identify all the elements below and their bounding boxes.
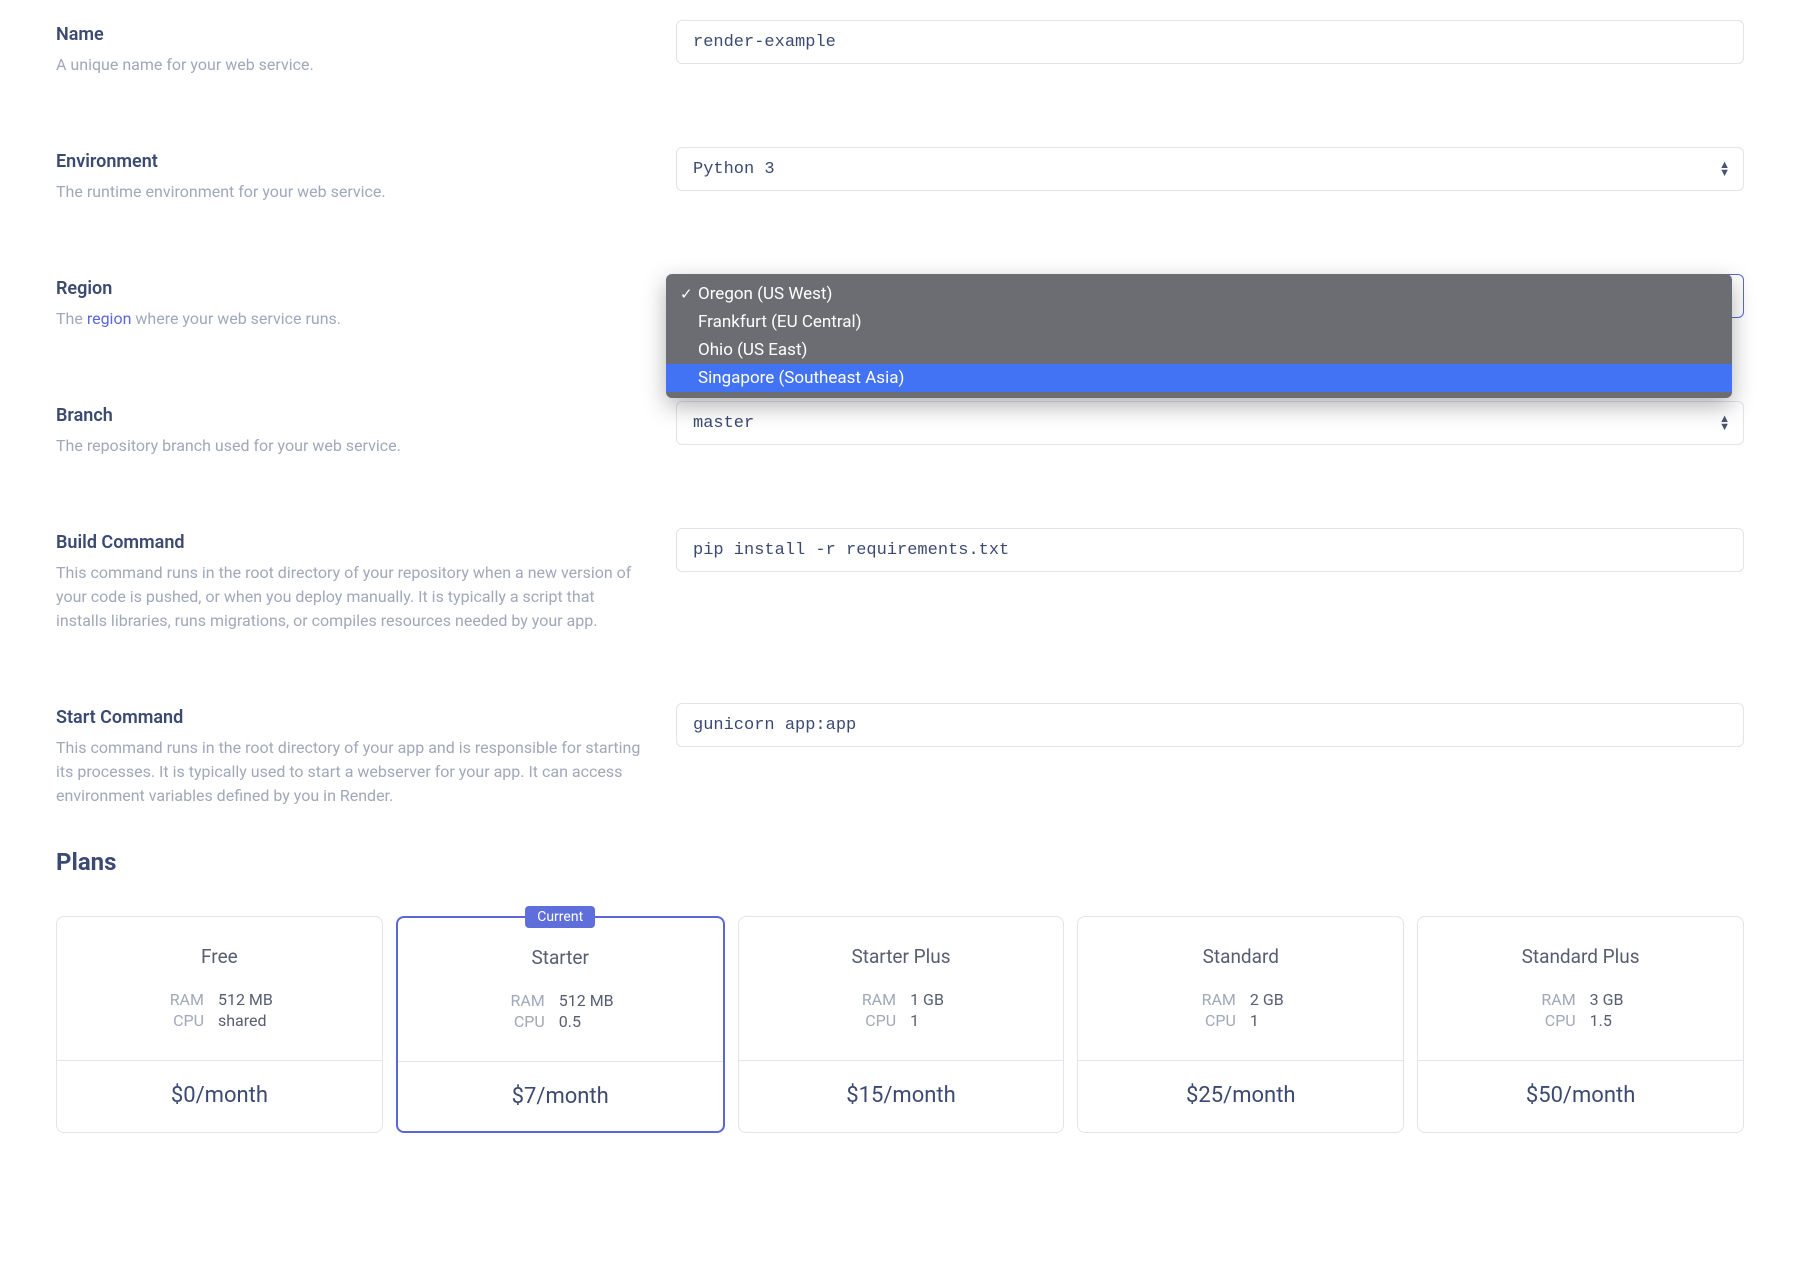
region-desc: The region where your web service runs. [56, 307, 646, 331]
branch-desc: The repository branch used for your web … [56, 434, 646, 458]
plan-price: $25/month [1088, 1083, 1393, 1108]
spec-value-cpu: 0.5 [559, 1012, 581, 1031]
environment-desc: The runtime environment for your web ser… [56, 180, 646, 204]
plan-name: Standard [1098, 945, 1383, 968]
region-option-label: Singapore (Southeast Asia) [698, 368, 904, 388]
environment-label: Environment [56, 151, 676, 172]
build-command-desc: This command runs in the root directory … [56, 561, 646, 633]
branch-label: Branch [56, 405, 676, 426]
form-row-environment: Environment The runtime environment for … [56, 147, 1744, 204]
plans-grid: FreeRAM512 MBCPUshared$0/monthCurrentSta… [56, 916, 1744, 1133]
region-option[interactable]: Singapore (Southeast Asia) [666, 364, 1732, 392]
form-row-region: Region The region where your web service… [56, 274, 1744, 331]
spec-label-cpu: CPU [858, 1011, 896, 1030]
spec-value-ram: 512 MB [559, 991, 614, 1010]
region-option[interactable]: Frankfurt (EU Central) [666, 308, 1732, 336]
plan-name: Starter Plus [759, 945, 1044, 968]
spec-label-ram: RAM [166, 990, 204, 1009]
plan-price: $7/month [408, 1084, 713, 1109]
spec-value-ram: 3 GB [1590, 990, 1624, 1009]
spec-label-ram: RAM [1198, 990, 1236, 1009]
region-option-label: Ohio (US East) [698, 340, 807, 360]
environment-select[interactable]: Python 3 ▲▼ [676, 147, 1744, 191]
region-option[interactable]: Ohio (US East) [666, 336, 1732, 364]
plan-card[interactable]: Standard RAM 2 GB CPU 1 $25/month [1077, 916, 1404, 1133]
region-option-label: Frankfurt (EU Central) [698, 312, 862, 332]
name-desc: A unique name for your web service. [56, 53, 646, 77]
plan-name: Standard Plus [1438, 945, 1723, 968]
build-command-label: Build Command [56, 532, 676, 553]
spec-value-ram: 2 GB [1250, 990, 1284, 1009]
region-label: Region [56, 278, 676, 299]
current-badge: Current [525, 906, 595, 928]
name-input[interactable] [676, 20, 1744, 64]
plan-price: $50/month [1428, 1083, 1733, 1108]
region-dropdown: ✓Oregon (US West) Frankfurt (EU Central) O… [666, 274, 1732, 398]
name-label: Name [56, 24, 676, 45]
spec-label-ram: RAM [507, 991, 545, 1010]
spec-label-ram: RAM [1538, 990, 1576, 1009]
spec-value-cpu: shared [218, 1011, 267, 1030]
spec-value-ram: 512 MB [218, 990, 273, 1009]
spec-label-cpu: CPU [1198, 1011, 1236, 1030]
spec-value-cpu: 1 [910, 1011, 919, 1030]
plans-heading: Plans [56, 848, 1744, 876]
region-link[interactable]: region [87, 309, 132, 328]
form-row-branch: Branch The repository branch used for yo… [56, 401, 1744, 458]
plan-card[interactable]: Free RAM 512 MB CPU shared $0/month [56, 916, 383, 1133]
branch-select[interactable]: master ▲▼ [676, 401, 1744, 445]
spec-label-cpu: CPU [166, 1011, 204, 1030]
region-option-label: Oregon (US West) [698, 284, 832, 304]
start-command-desc: This command runs in the root directory … [56, 736, 646, 808]
plan-card[interactable]: CurrentStarterRAM512 MBCPU0.5$7/month [396, 916, 725, 1133]
start-command-label: Start Command [56, 707, 676, 728]
spec-label-cpu: CPU [1538, 1011, 1576, 1030]
form-row-name: Name A unique name for your web service. [56, 20, 1744, 77]
plan-name: Free [77, 945, 362, 968]
start-command-input[interactable] [676, 703, 1744, 747]
plan-card[interactable]: Starter Plus RAM 1 GB CPU 1 $15/month [738, 916, 1065, 1133]
region-desc-pre: The [56, 309, 87, 328]
form-row-build-command: Build Command This command runs in the r… [56, 528, 1744, 633]
branch-value: master [676, 401, 1744, 445]
spec-value-cpu: 1 [1250, 1011, 1259, 1030]
region-option[interactable]: ✓Oregon (US West) [666, 280, 1732, 308]
spec-label-cpu: CPU [507, 1012, 545, 1031]
region-desc-post: where your web service runs. [131, 309, 341, 328]
spec-label-ram: RAM [858, 990, 896, 1009]
plan-price: $15/month [749, 1083, 1054, 1108]
plan-price: $0/month [67, 1083, 372, 1108]
spec-value-ram: 1 GB [910, 990, 944, 1009]
form-row-start-command: Start Command This command runs in the r… [56, 703, 1744, 808]
build-command-input[interactable] [676, 528, 1744, 572]
plan-card[interactable]: Standard Plus RAM 3 GB CPU 1.5 $50/month [1417, 916, 1744, 1133]
check-icon: ✓ [680, 285, 698, 303]
plan-name: Starter [418, 946, 703, 969]
spec-value-cpu: 1.5 [1590, 1011, 1612, 1030]
environment-value: Python 3 [676, 147, 1744, 191]
